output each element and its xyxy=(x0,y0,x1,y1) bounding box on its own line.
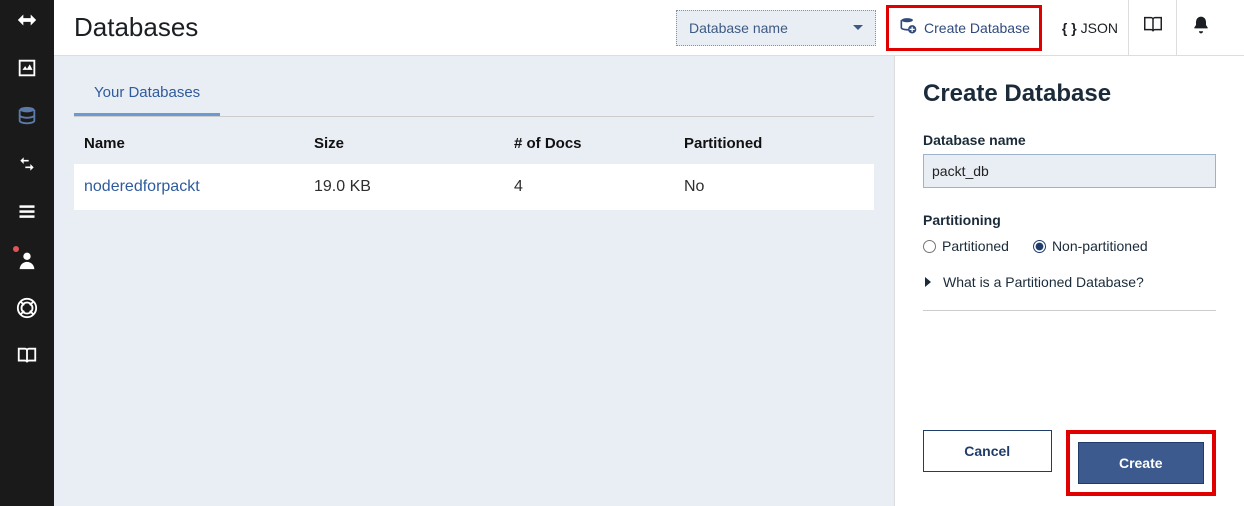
book-icon xyxy=(1142,14,1164,41)
main-area: Databases Database name Create Database … xyxy=(54,0,1244,506)
content-area: Your Databases Name Size # of Docs Parti… xyxy=(54,56,1244,506)
create-button-highlight: Create xyxy=(1066,430,1217,496)
db-selector-label: Database name xyxy=(689,20,788,36)
database-add-icon xyxy=(898,16,918,39)
partitioning-label: Partitioning xyxy=(923,212,1216,228)
nav-databases-icon[interactable] xyxy=(15,104,39,128)
col-header-partitioned: Partitioned xyxy=(684,135,864,152)
db-name-selector[interactable]: Database name xyxy=(676,10,876,46)
col-header-docs: # of Docs xyxy=(514,135,684,152)
radio-partitioned[interactable]: Partitioned xyxy=(923,238,1009,254)
nav-sidebar xyxy=(0,0,54,506)
nav-expand-icon[interactable] xyxy=(15,8,39,32)
nav-replication-icon[interactable] xyxy=(15,152,39,176)
db-docs-cell: 4 xyxy=(514,178,684,196)
create-button[interactable]: Create xyxy=(1078,442,1205,484)
database-listing: Your Databases Name Size # of Docs Parti… xyxy=(54,56,894,506)
tab-row: Your Databases xyxy=(74,68,874,117)
help-link-label: What is a Partitioned Database? xyxy=(943,274,1144,290)
notification-dot-icon xyxy=(13,246,19,252)
nav-account-icon[interactable] xyxy=(15,248,39,272)
nav-docs-icon[interactable] xyxy=(15,344,39,368)
db-partitioned-cell: No xyxy=(684,178,864,196)
panel-actions: Cancel Create xyxy=(923,430,1216,496)
db-size-cell: 19.0 KB xyxy=(314,178,514,196)
create-database-button[interactable]: Create Database xyxy=(886,5,1042,51)
braces-icon: { } xyxy=(1062,20,1077,36)
table-row[interactable]: noderedforpackt 19.0 KB 4 No xyxy=(74,164,874,210)
chevron-right-icon xyxy=(923,274,933,290)
panel-title: Create Database xyxy=(923,80,1216,108)
col-header-size: Size xyxy=(314,135,514,152)
create-database-panel: Create Database Database name Partitioni… xyxy=(894,56,1244,506)
table-header: Name Size # of Docs Partitioned xyxy=(74,117,874,164)
tab-your-databases[interactable]: Your Databases xyxy=(74,68,220,116)
caret-down-icon xyxy=(853,20,863,36)
json-link[interactable]: { } JSON xyxy=(1052,0,1128,56)
db-name-input[interactable] xyxy=(923,154,1216,188)
nav-monitoring-icon[interactable] xyxy=(15,56,39,80)
nav-active-tasks-icon[interactable] xyxy=(15,200,39,224)
radio-partitioned-label: Partitioned xyxy=(942,238,1009,254)
bell-icon xyxy=(1191,15,1211,40)
nav-support-icon[interactable] xyxy=(15,296,39,320)
json-label: JSON xyxy=(1081,20,1118,36)
radio-nonpartitioned-label: Non-partitioned xyxy=(1052,238,1148,254)
radio-partitioned-input[interactable] xyxy=(923,240,936,253)
notifications-link[interactable] xyxy=(1176,0,1224,56)
db-name-link[interactable]: noderedforpackt xyxy=(84,178,314,196)
docs-link[interactable] xyxy=(1128,0,1176,56)
page-title: Databases xyxy=(74,12,198,43)
partitioning-radio-group: Partitioned Non-partitioned xyxy=(923,238,1216,254)
create-database-label: Create Database xyxy=(924,20,1030,36)
col-header-name: Name xyxy=(84,135,314,152)
radio-nonpartitioned-input[interactable] xyxy=(1033,240,1046,253)
db-name-field-label: Database name xyxy=(923,132,1216,148)
header-bar: Databases Database name Create Database … xyxy=(54,0,1244,56)
radio-non-partitioned[interactable]: Non-partitioned xyxy=(1033,238,1148,254)
cancel-button[interactable]: Cancel xyxy=(923,430,1052,472)
partitioned-help-link[interactable]: What is a Partitioned Database? xyxy=(923,274,1216,311)
